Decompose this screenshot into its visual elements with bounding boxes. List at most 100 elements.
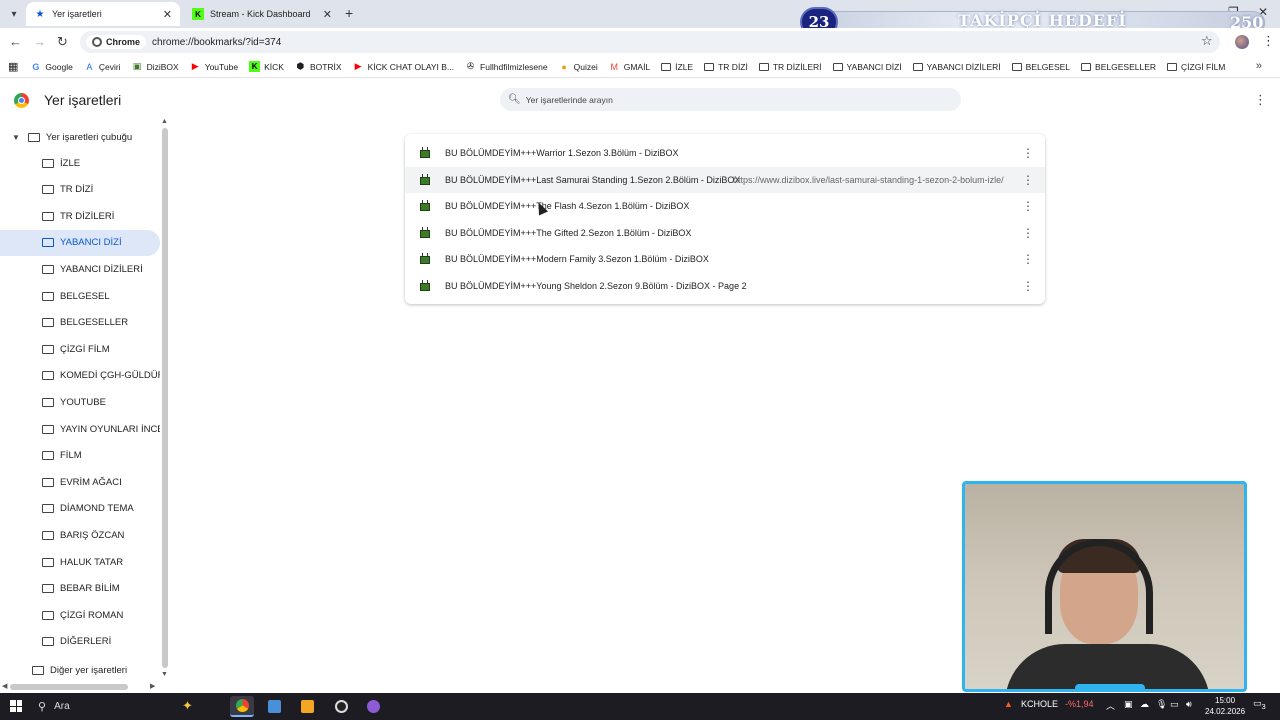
reload-icon[interactable]: ↻ [57, 34, 68, 50]
quiz-icon: ● [561, 61, 567, 72]
bookmark-gmail[interactable]: M GMAİL [609, 61, 650, 72]
taskbar-app[interactable] [361, 696, 385, 717]
tree-folder[interactable]: YABANCI DİZİLERİ [0, 256, 160, 282]
cloud-icon[interactable]: ☁ [1140, 699, 1149, 710]
tree-folder[interactable]: YOUTUBE [0, 389, 160, 415]
tree-folder[interactable]: DİAMOND TEMA [0, 496, 160, 522]
bookmark-star-icon[interactable]: ☆ [1201, 33, 1213, 49]
forward-icon[interactable]: → [33, 34, 46, 49]
tree-folder[interactable]: BELGESEL [0, 283, 160, 309]
back-icon[interactable]: ← [9, 34, 22, 49]
tree-folder[interactable]: YABANCI DİZİ [0, 229, 160, 256]
scroll-right-icon[interactable]: ▶ [150, 682, 155, 690]
tree-folder[interactable]: FİLM [0, 443, 160, 469]
apps-icon[interactable]: ▦ [8, 60, 18, 73]
tray-chevron-icon[interactable]: ︿ [1106, 699, 1115, 712]
bookmark-botrix[interactable]: ⬢ BOTRİX [295, 61, 342, 72]
tree-folder[interactable]: ÇİZGİ ROMAN [0, 602, 160, 628]
bookmark-fullhd[interactable]: ✇ Fullhdfilmizlesene [465, 61, 548, 72]
folder-icon [42, 451, 54, 461]
tab-search-chevron-icon[interactable]: ▾ [6, 6, 22, 22]
bookmark-kick-chat[interactable]: ▶ KİCK CHAT OLAYI B... [353, 61, 454, 72]
tab-bookmarks[interactable]: ★ Yer işaretleri ✕ [26, 2, 180, 26]
tree-folder[interactable]: EVRİM AĞACI [0, 469, 160, 495]
scroll-up-icon[interactable]: ▲ [161, 118, 168, 125]
tab-kick-dashboard[interactable]: K Stream - Kick Dashboard ✕ [184, 2, 340, 26]
clock[interactable]: 15:00 24.02.2026 [1205, 695, 1245, 717]
taskbar-chrome[interactable] [230, 696, 254, 717]
close-icon[interactable]: ✕ [163, 8, 172, 21]
more-actions-icon[interactable]: ⋮ [1022, 226, 1034, 240]
new-tab-button[interactable]: + [345, 5, 353, 21]
tree-folder[interactable]: HALUK TATAR [0, 549, 160, 575]
taskbar-media[interactable] [295, 696, 319, 717]
taskbar-obs[interactable] [329, 696, 353, 717]
browser-menu-icon[interactable]: ⋮ [1262, 33, 1275, 49]
scroll-down-icon[interactable]: ▼ [161, 671, 168, 678]
tree-folder[interactable]: BEBAR BİLİM [0, 576, 160, 602]
tree-other-bookmarks[interactable]: Diğer yer işaretleri [0, 657, 160, 683]
more-actions-icon[interactable]: ⋮ [1022, 173, 1034, 187]
stock-name[interactable]: KCHOLE [1021, 699, 1058, 709]
site-info-chip[interactable]: Chrome [86, 35, 147, 49]
bookmark-ceviri[interactable]: A Çeviri [84, 61, 120, 72]
file-explorer-icon [267, 700, 281, 713]
bookmark-dizibox[interactable]: ▣ DiziBOX [132, 61, 179, 72]
bookmark-folder[interactable]: ÇİZGİ FİLM [1167, 62, 1225, 72]
tree-folder[interactable]: KOMEDİ ÇGH-GÜLDÜR [0, 363, 160, 389]
windows-start-icon[interactable] [10, 700, 22, 712]
more-actions-icon[interactable]: ⋮ [1022, 146, 1034, 160]
close-icon[interactable]: ✕ [323, 8, 332, 21]
tree-label: EVRİM AĞACI [60, 476, 122, 488]
sidebar-scrollbar[interactable] [162, 128, 168, 668]
more-actions-icon[interactable]: ⋮ [1022, 252, 1034, 266]
bookmark-folder[interactable]: TR DİZİLERİ [758, 62, 822, 72]
bookmark-youtube[interactable]: ▶ YouTube [190, 61, 238, 72]
bookmark-search-input[interactable]: 🔍︎ Yer işaretlerinde arayın [500, 88, 961, 111]
address-bar[interactable]: Chrome chrome://bookmarks/?id=374 [80, 31, 1220, 53]
tree-label: BARIŞ ÖZCAN [60, 529, 125, 541]
kick-icon: K [192, 8, 204, 20]
bookmark-row[interactable]: BU BÖLÜMDEYİM+++Young Sheldon 2.Sezon 9.… [405, 273, 1045, 299]
more-actions-icon[interactable]: ⋮ [1022, 279, 1034, 293]
taskbar-search[interactable]: ⚲ Ara [32, 696, 222, 717]
bookmark-folder[interactable]: TR DİZİ [704, 62, 748, 72]
scroll-left-icon[interactable]: ◀ [2, 682, 7, 690]
sidebar-hscrollbar[interactable] [10, 684, 128, 690]
tray-app-icon[interactable]: ▣ [1124, 699, 1133, 710]
tree-folder[interactable]: ÇİZGİ FİLM [0, 336, 160, 362]
bookmark-kick[interactable]: K KİCK [249, 61, 284, 72]
more-bookmarks-icon[interactable]: » [1256, 60, 1262, 72]
tree-folder[interactable]: DİĞERLERİ [0, 629, 160, 655]
bookmark-row[interactable]: BU BÖLÜMDEYİM+++Modern Family 3.Sezon 1.… [405, 246, 1045, 272]
tree-folder[interactable]: TR DİZİLERİ [0, 203, 160, 229]
taskbar-explorer[interactable] [262, 696, 286, 717]
avatar[interactable] [1235, 35, 1249, 49]
volume-icon[interactable]: 🔊︎ [1186, 699, 1192, 710]
bookmark-row[interactable]: BU BÖLÜMDEYİM+++Last Samurai Standing 1.… [405, 166, 1045, 193]
more-actions-icon[interactable]: ⋮ [1022, 199, 1034, 213]
bookmark-folder[interactable]: YABANCI DİZİLERİ [912, 62, 1001, 72]
bookmark-row[interactable]: BU BÖLÜMDEYİM+++The Gifted 2.Sezon 1.Böl… [405, 220, 1045, 246]
mic-icon[interactable]: 🎙︎ [1156, 699, 1167, 710]
tree-root[interactable]: ▼ Yer işaretleri çubuğu [0, 124, 160, 150]
tree-folder[interactable]: TR DİZİ [0, 177, 160, 203]
tree-folder[interactable]: BARIŞ ÖZCAN [0, 522, 160, 548]
bookmark-folder[interactable]: BELGESELLER [1081, 62, 1156, 72]
bookmark-folder[interactable]: BELGESEL [1011, 62, 1070, 72]
url-text[interactable]: chrome://bookmarks/?id=374 [152, 37, 281, 48]
bookmark-folder[interactable]: İZLE [661, 62, 693, 72]
tree-folder[interactable]: YAYIN OYUNLARI İNCEL [0, 416, 160, 442]
page-menu-icon[interactable]: ⋮ [1254, 92, 1267, 108]
bookmark-quizei[interactable]: ● Quizei [559, 61, 597, 72]
tree-folder[interactable]: BELGESELLER [0, 310, 160, 336]
expand-caret-icon[interactable]: ▼ [12, 133, 20, 142]
network-icon[interactable]: ▭ [1170, 699, 1179, 710]
bookmark-row[interactable]: BU BÖLÜMDEYİM+++Warrior 1.Sezon 3.Bölüm … [405, 140, 1045, 166]
bookmark-google[interactable]: G Google [30, 61, 72, 72]
bookmark-row[interactable]: BU BÖLÜMDEYİM+++The Flash 4.Sezon 1.Bölü… [405, 193, 1045, 219]
notification-icon[interactable]: ▭3 [1253, 698, 1266, 711]
google-icon: G [32, 61, 40, 72]
tree-folder[interactable]: İZLE [0, 150, 160, 176]
bookmark-folder[interactable]: YABANCI DİZİ [832, 62, 902, 72]
